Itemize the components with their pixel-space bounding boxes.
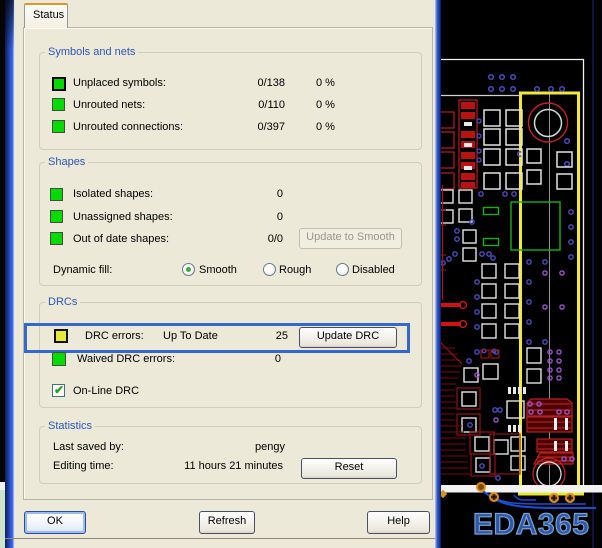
svg-text:EDA365: EDA365 — [473, 508, 589, 541]
